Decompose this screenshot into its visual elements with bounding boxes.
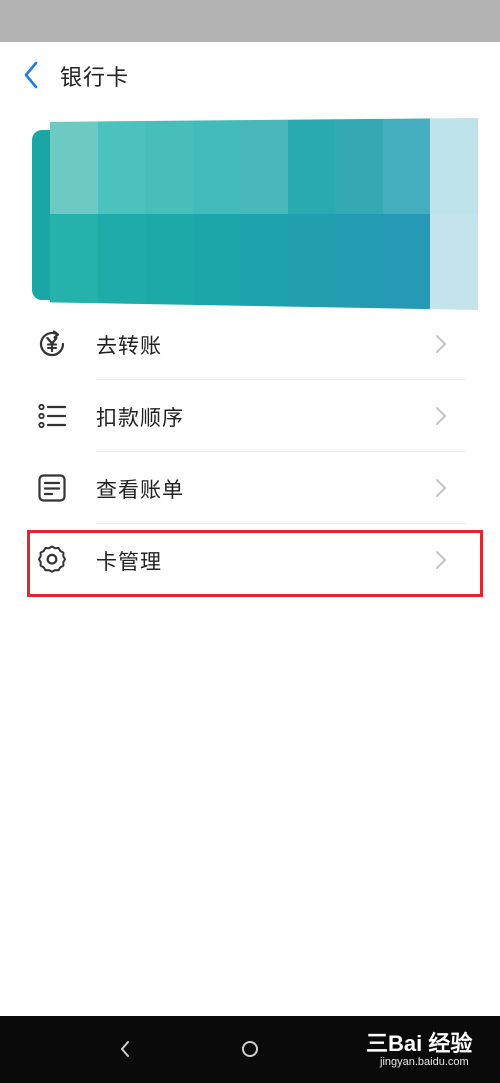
baidu-jingyan-watermark: 三Bai 经验 jingyan.baidu.com bbox=[366, 1026, 496, 1078]
menu-item-transfer[interactable]: 去转账 bbox=[0, 308, 500, 380]
menu-item-label: 扣款顺序 bbox=[96, 406, 184, 430]
card-pixel-block bbox=[430, 214, 478, 310]
card-pixel-block bbox=[287, 214, 336, 310]
chevron-right-icon bbox=[436, 335, 446, 353]
menu-item-debit-order[interactable]: 扣款顺序 bbox=[0, 380, 500, 452]
card-pixel-block bbox=[50, 214, 98, 310]
card-edge bbox=[32, 130, 52, 300]
bill-icon bbox=[36, 472, 68, 504]
chevron-right-icon bbox=[436, 479, 446, 497]
bank-card[interactable] bbox=[32, 118, 478, 310]
card-pixel-block bbox=[382, 118, 431, 214]
card-pixel-block bbox=[145, 214, 193, 310]
card-pixel-block bbox=[192, 118, 241, 214]
card-pixel-block bbox=[192, 214, 241, 310]
menu-list: 去转账 扣款顺序 查看账单 卡管理 bbox=[0, 308, 500, 596]
menu-item-label: 查看账单 bbox=[96, 478, 184, 502]
card-pixel-block bbox=[97, 214, 146, 310]
card-pixel-block bbox=[335, 214, 383, 310]
card-pixel-block bbox=[240, 214, 288, 310]
back-button[interactable] bbox=[14, 57, 48, 93]
chevron-right-icon bbox=[436, 551, 446, 569]
menu-item-view-bill[interactable]: 查看账单 bbox=[0, 452, 500, 524]
card-pixel-block bbox=[287, 118, 336, 214]
nav-home-button[interactable] bbox=[237, 1036, 263, 1062]
chevron-right-icon bbox=[436, 407, 446, 425]
nav-home-icon bbox=[242, 1041, 258, 1057]
menu-item-label: 卡管理 bbox=[96, 550, 162, 574]
menu-item-label: 去转账 bbox=[96, 334, 162, 358]
gear-icon bbox=[36, 544, 68, 576]
menu-item-card-management[interactable]: 卡管理 bbox=[0, 524, 500, 596]
card-pixel-block bbox=[50, 118, 98, 214]
nav-back-button[interactable] bbox=[112, 1036, 138, 1062]
chevron-left-icon bbox=[24, 61, 38, 89]
card-pixel-block bbox=[97, 118, 146, 214]
page-title: 银行卡 bbox=[60, 66, 130, 91]
watermark-main: 三Bai 经验 bbox=[366, 1031, 473, 1056]
watermark-sub: jingyan.baidu.com bbox=[380, 1056, 469, 1068]
card-pixel-block bbox=[240, 118, 288, 214]
card-pixel-block bbox=[430, 118, 478, 214]
header: 银行卡 bbox=[0, 42, 500, 108]
nav-back-icon bbox=[121, 1041, 129, 1057]
card-pixelated-image bbox=[50, 118, 478, 310]
card-pixel-block bbox=[382, 214, 431, 310]
card-pixel-block bbox=[335, 118, 383, 214]
list-icon bbox=[36, 400, 68, 432]
card-pixel-block bbox=[145, 118, 193, 214]
system-nav-bar: 三Bai 经验 jingyan.baidu.com bbox=[0, 1016, 500, 1083]
yuan-transfer-icon bbox=[36, 328, 68, 360]
status-bar bbox=[0, 0, 500, 42]
